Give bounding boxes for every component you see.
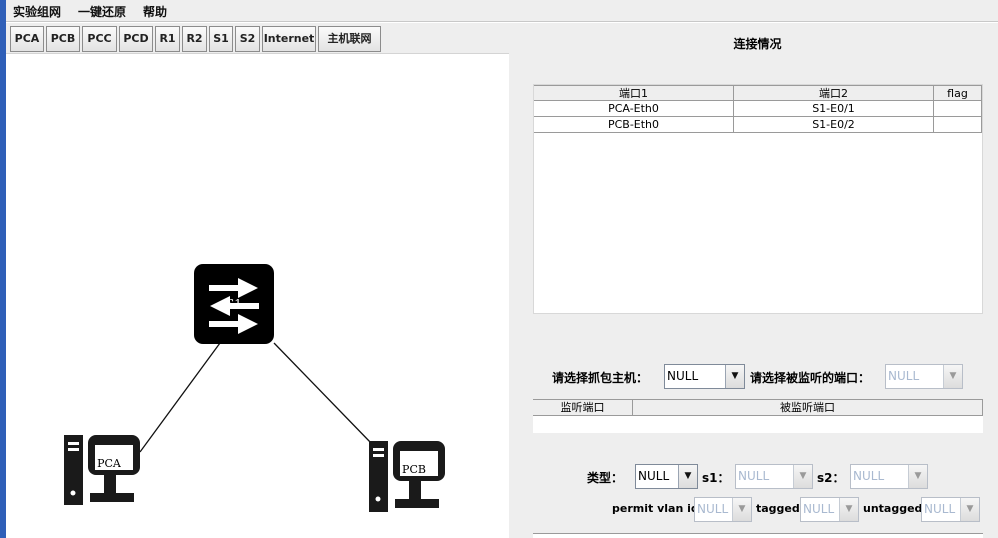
monitored-port-select[interactable]: NULL ▼	[885, 364, 963, 389]
permit-vlan-id-value: NULL	[697, 502, 729, 516]
connections-table[interactable]: 端口1 端口2 flag PCA-Eth0 S1-E0/1 PCB-Eth0 S…	[533, 84, 983, 314]
monitored-port-value: NULL	[888, 369, 920, 383]
pc-b[interactable]: PCB	[369, 441, 445, 512]
toolbar-button-pcb[interactable]: PCB	[46, 26, 80, 52]
capture-host-value: NULL	[667, 369, 699, 383]
s1-label: s1：	[702, 471, 730, 485]
switch-s1[interactable]: S1	[194, 264, 274, 344]
table-cell[interactable]: S1-E0/1	[734, 101, 934, 117]
s2-select[interactable]: NULL ▼	[850, 464, 928, 489]
vlan-type-value: NULL	[638, 469, 670, 483]
menu-help[interactable]: 帮助	[143, 3, 167, 20]
untagged-select[interactable]: NULL ▼	[921, 497, 980, 522]
permit-vlan-id-select[interactable]: NULL ▼	[694, 497, 752, 522]
toolbar-button-r2[interactable]: R2	[182, 26, 207, 52]
right-panel: 连接情况 端口1 端口2 flag PCA-Eth0 S1-E0/1 PCB-E…	[509, 23, 998, 538]
vlan-type-label: 类型：	[587, 471, 624, 485]
vlan-type-select[interactable]: NULL ▼	[635, 464, 698, 489]
link-s1-pcb	[273, 342, 373, 445]
toolbar-button-pca[interactable]: PCA	[10, 26, 44, 52]
s1-value: NULL	[738, 469, 770, 483]
pc-icon	[64, 435, 140, 505]
table-cell[interactable]: PCA-Eth0	[534, 101, 734, 117]
monitor-table[interactable]: 监听端口 被监听端口	[533, 399, 983, 433]
device-toolbar: PCA PCB PCC PCD R1 R2 S1 S2 Internet 主机联…	[6, 23, 509, 54]
chevron-down-icon: ▼	[732, 498, 751, 521]
chevron-down-icon: ▼	[725, 365, 744, 388]
toolbar-button-pcd[interactable]: PCD	[119, 26, 153, 52]
tagged-label: tagged	[756, 502, 800, 515]
link-s1-pca	[139, 342, 221, 453]
chevron-down-icon: ▼	[839, 498, 858, 521]
capture-host-select[interactable]: NULL ▼	[664, 364, 745, 389]
s1-select[interactable]: NULL ▼	[735, 464, 813, 489]
table-cell[interactable]: PCB-Eth0	[534, 117, 734, 133]
permit-vlan-id-label: permit vlan id	[612, 502, 699, 515]
chevron-down-icon: ▼	[678, 465, 697, 488]
pc-a[interactable]: PCA	[64, 435, 140, 505]
column-header-port1[interactable]: 端口1	[534, 85, 734, 101]
tagged-value: NULL	[803, 502, 835, 516]
untagged-label: untagged	[863, 502, 923, 515]
s2-value: NULL	[853, 469, 885, 483]
pc-label: PCB	[402, 463, 426, 476]
untagged-value: NULL	[924, 502, 956, 516]
chevron-down-icon: ▼	[943, 365, 962, 388]
topology-drawing: S1 PCA PCB	[64, 264, 445, 512]
toolbar-button-s2[interactable]: S2	[235, 26, 260, 52]
table-cell[interactable]	[934, 101, 982, 117]
toolbar-button-r1[interactable]: R1	[155, 26, 180, 52]
pc-label: PCA	[97, 457, 122, 470]
monitored-port-label: 请选择被监听的端口：	[750, 371, 871, 385]
topology-canvas[interactable]: S1 PCA PCB	[6, 55, 509, 538]
connections-title: 连接情况	[733, 37, 782, 51]
chevron-down-icon: ▼	[793, 465, 812, 488]
menu-bar: 实验组网 一键还原 帮助	[6, 0, 998, 22]
vlan-table-header-partial	[533, 533, 983, 538]
pc-icon	[369, 441, 445, 512]
chevron-down-icon: ▼	[960, 498, 979, 521]
column-header-monitored-port[interactable]: 被监听端口	[633, 399, 983, 416]
table-cell[interactable]: S1-E0/2	[734, 117, 934, 133]
column-header-flag[interactable]: flag	[934, 85, 982, 101]
menu-one-click-restore[interactable]: 一键还原	[78, 3, 126, 20]
table-cell[interactable]	[934, 117, 982, 133]
toolbar-button-s1[interactable]: S1	[209, 26, 233, 52]
toolbar-button-host-network[interactable]: 主机联网	[318, 26, 381, 52]
toolbar-button-internet[interactable]: Internet	[262, 26, 316, 52]
capture-host-label: 请选择抓包主机：	[552, 371, 649, 385]
menu-experiment-network[interactable]: 实验组网	[13, 3, 61, 20]
column-header-port2[interactable]: 端口2	[734, 85, 934, 101]
switch-label: S1	[226, 297, 242, 311]
chevron-down-icon: ▼	[908, 465, 927, 488]
s2-label: s2：	[817, 471, 845, 485]
tagged-select[interactable]: NULL ▼	[800, 497, 859, 522]
toolbar-button-pcc[interactable]: PCC	[82, 26, 117, 52]
column-header-monitor-port[interactable]: 监听端口	[533, 399, 633, 416]
